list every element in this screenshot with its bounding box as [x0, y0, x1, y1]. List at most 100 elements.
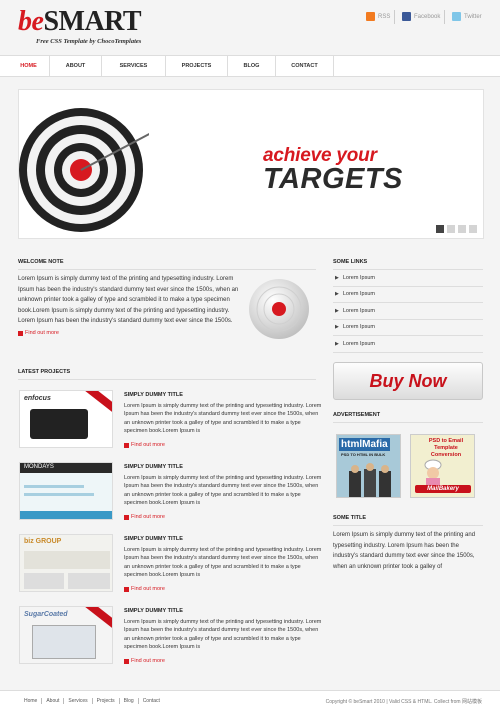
slide-headline-2: TARGETS: [263, 163, 403, 195]
slide-dot-4[interactable]: [469, 225, 477, 233]
slider-pagination: [436, 225, 477, 233]
link-item[interactable]: ▶ Lorem Ipsum: [333, 320, 483, 336]
welcome-more-link[interactable]: Find out more: [18, 330, 59, 336]
thumb-brand: enfocus: [24, 395, 51, 402]
nav-projects[interactable]: PROJECTS: [166, 56, 228, 76]
logo-smart: SMART: [43, 6, 142, 37]
project-text: Lorem Ipsum is simply dummy text of the …: [124, 619, 322, 651]
footer-link-home[interactable]: Home: [24, 698, 43, 704]
ad-banner-mailbakery[interactable]: PSD to Email Template Conversion MailBak…: [410, 434, 475, 498]
thumb-footer: [20, 511, 112, 519]
welcome-heading: WELCOME NOTE: [18, 259, 64, 265]
project-title: SIMPLY DUMMY TITLE: [124, 464, 183, 470]
nav-services[interactable]: SERVICES: [102, 56, 166, 76]
main-nav: HOME ABOUT SERVICES PROJECTS BLOG CONTAC…: [0, 55, 500, 77]
divider: [444, 10, 445, 24]
footer-link-blog[interactable]: Blog: [120, 698, 139, 704]
advertisement-heading: ADVERTISEMENT: [333, 412, 381, 418]
link-label: Lorem Ipsum: [342, 274, 375, 281]
nav-blog[interactable]: BLOG: [228, 56, 276, 76]
project-thumbnail[interactable]: biz GROUP: [19, 534, 113, 592]
link-label: Lorem Ipsum: [342, 340, 375, 347]
arrow-icon: [18, 330, 23, 336]
project-text: Lorem Ipsum is simply dummy text of the …: [124, 475, 322, 507]
thumb-block: [24, 573, 64, 589]
rss-link[interactable]: RSS: [366, 12, 390, 21]
divider: [18, 379, 316, 380]
slide-dot-3[interactable]: [458, 225, 466, 233]
project-more-link[interactable]: Find out more: [124, 658, 165, 664]
thumb-block: [68, 573, 110, 589]
buy-now-button[interactable]: Buy Now: [333, 362, 483, 400]
project-title: SIMPLY DUMMY TITLE: [124, 392, 183, 398]
project-title: SIMPLY DUMMY TITLE: [124, 608, 183, 614]
project-thumbnail[interactable]: enfocus: [19, 390, 113, 448]
footer-nav: Home About Services Projects Blog Contac…: [24, 698, 164, 704]
arrow-icon: [124, 442, 129, 448]
project-text: Lorem Ipsum is simply dummy text of the …: [124, 403, 322, 435]
divider: [333, 525, 483, 526]
ad1-subtitle: PSD TO HTML IN BULK: [341, 452, 386, 457]
link-label: Lorem Ipsum: [342, 324, 375, 331]
divider: [394, 10, 395, 24]
welcome-text: Lorem Ipsum is simply dummy text of the …: [18, 276, 239, 324]
link-item[interactable]: ▶ Lorem Ipsum: [333, 336, 483, 353]
twitter-icon: [452, 12, 461, 21]
nav-contact[interactable]: CONTACT: [276, 56, 334, 76]
more-label: Find out more: [131, 442, 165, 448]
project-thumbnail[interactable]: SugarCoated: [19, 606, 113, 664]
more-label: Find out more: [131, 514, 165, 520]
twitter-label: Twitter: [464, 13, 482, 20]
more-label: Find out more: [131, 586, 165, 592]
more-label: Find out more: [131, 658, 165, 664]
facebook-label: Facebook: [414, 13, 441, 20]
chevron-right-icon: ▶: [335, 307, 339, 314]
thumb-banner: [24, 551, 110, 569]
some-links-list: ▶ Lorem Ipsum ▶ Lorem Ipsum ▶ Lorem Ipsum ▶…: [333, 270, 483, 353]
rss-icon: [366, 12, 375, 21]
hero-slider: achieve your TARGETS: [18, 89, 484, 239]
ad1-title: htmlMafia: [339, 438, 390, 451]
divider: [333, 422, 483, 423]
facebook-link[interactable]: Facebook: [402, 12, 440, 21]
project-more-link[interactable]: Find out more: [124, 514, 165, 520]
site-logo[interactable]: beSMART: [18, 6, 142, 37]
chevron-right-icon: ▶: [335, 274, 339, 281]
some-title-text: Lorem Ipsum is simply dummy text of the …: [333, 532, 476, 570]
project-thumbnail[interactable]: MONDAYS: [19, 462, 113, 520]
link-item[interactable]: ▶ Lorem Ipsum: [333, 303, 483, 320]
some-title-heading: SOME TITLE: [333, 515, 366, 521]
chevron-right-icon: ▶: [335, 291, 339, 298]
projects-heading: LATEST PROJECTS: [18, 369, 71, 375]
link-item[interactable]: ▶ Lorem Ipsum: [333, 270, 483, 287]
divider: [18, 269, 316, 270]
twitter-link[interactable]: Twitter: [452, 12, 482, 21]
mafia-figures-icon: [349, 463, 391, 497]
chef-icon: [424, 459, 442, 485]
link-item[interactable]: ▶ Lorem Ipsum: [333, 287, 483, 303]
footer-link-services[interactable]: Services: [64, 698, 93, 704]
facebook-icon: [402, 12, 411, 21]
footer-link-about[interactable]: About: [42, 698, 65, 704]
project-more-link[interactable]: Find out more: [124, 442, 165, 448]
screen-image: [32, 625, 96, 659]
tablet-image: [30, 409, 88, 439]
footer-link-contact[interactable]: Contact: [139, 698, 164, 704]
copyright: Copyright © beSmart 2010 | Valid CSS & H…: [325, 699, 482, 705]
project-more-link[interactable]: Find out more: [124, 586, 165, 592]
some-links-heading: SOME LINKS: [333, 259, 368, 265]
thumb-brand: MONDAYS: [24, 464, 54, 470]
slide-dot-2[interactable]: [447, 225, 455, 233]
chevron-right-icon: ▶: [335, 340, 339, 347]
slide-dot-1[interactable]: [436, 225, 444, 233]
ad2-title: PSD to Email Template Conversion: [428, 438, 464, 458]
project-text: Lorem Ipsum is simply dummy text of the …: [124, 547, 322, 579]
tagline: Free CSS Template by ChocoTemplates: [36, 38, 142, 45]
nav-about[interactable]: ABOUT: [50, 56, 102, 76]
arrow-icon: [124, 586, 129, 592]
nav-home[interactable]: HOME: [8, 56, 50, 76]
target-icon: [249, 279, 309, 339]
footer-link-projects[interactable]: Projects: [93, 698, 120, 704]
ad-banner-htmlmafia[interactable]: htmlMafia PSD TO HTML IN BULK: [336, 434, 401, 498]
link-label: Lorem Ipsum: [342, 307, 375, 314]
